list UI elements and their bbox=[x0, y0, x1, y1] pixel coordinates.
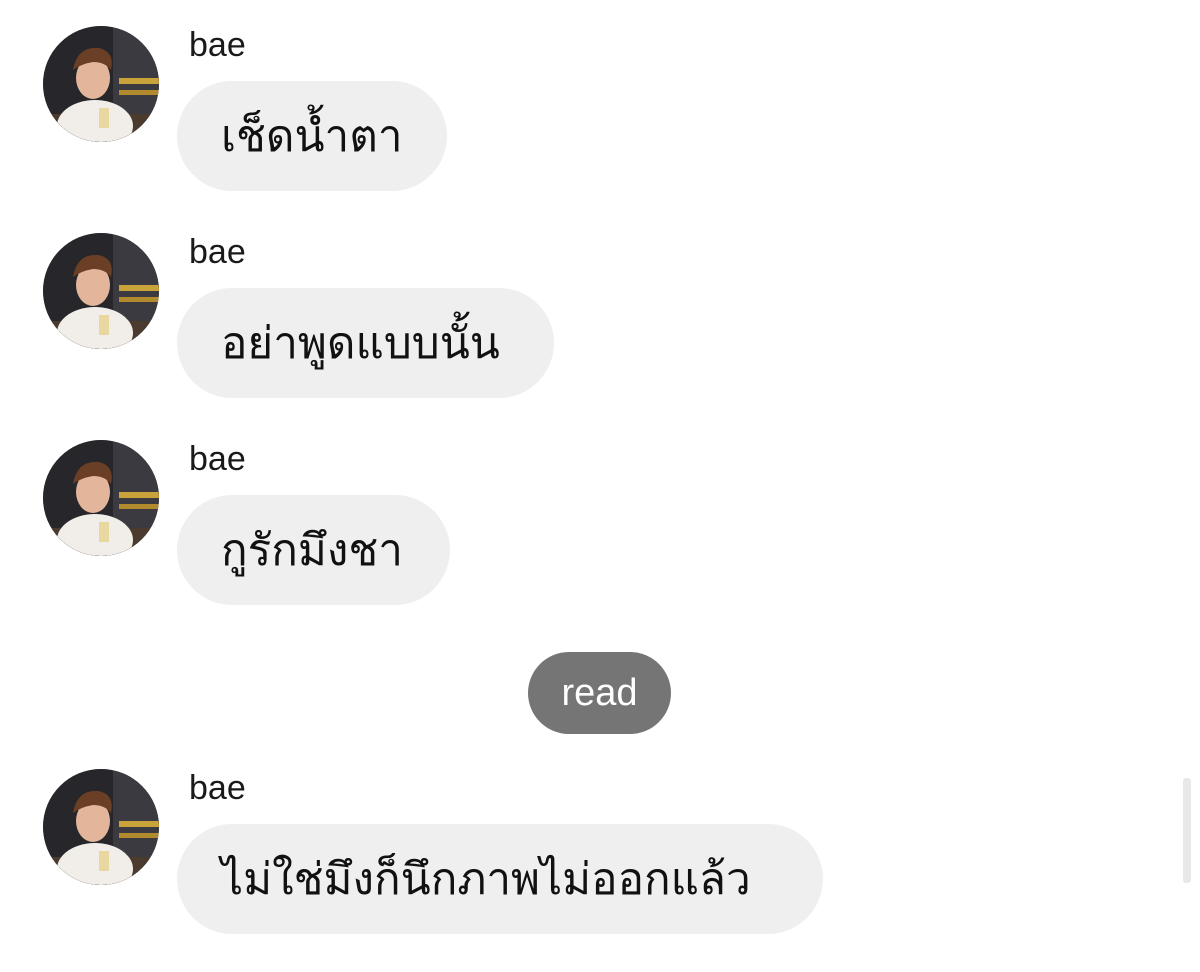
message-bubble[interactable]: เช็ดน้ำตา bbox=[177, 81, 447, 191]
scrollbar[interactable] bbox=[1183, 778, 1191, 883]
sender-name: bae bbox=[189, 233, 246, 271]
sender-name: bae bbox=[189, 26, 246, 64]
profile-photo-icon[interactable] bbox=[43, 769, 159, 885]
message-bubble[interactable]: อย่าพูดแบบนั้น bbox=[177, 288, 554, 398]
message-bubble[interactable]: กูรักมึงชา bbox=[177, 495, 450, 605]
profile-photo-icon[interactable] bbox=[43, 26, 159, 142]
sender-name: bae bbox=[189, 440, 246, 478]
read-receipt-badge: read bbox=[528, 652, 671, 734]
message-bubble[interactable]: ไม่ใช่มึงก็นึกภาพไม่ออกแล้ว bbox=[177, 824, 823, 934]
sender-name: bae bbox=[189, 769, 246, 807]
profile-photo-icon[interactable] bbox=[43, 233, 159, 349]
profile-photo-icon[interactable] bbox=[43, 440, 159, 556]
